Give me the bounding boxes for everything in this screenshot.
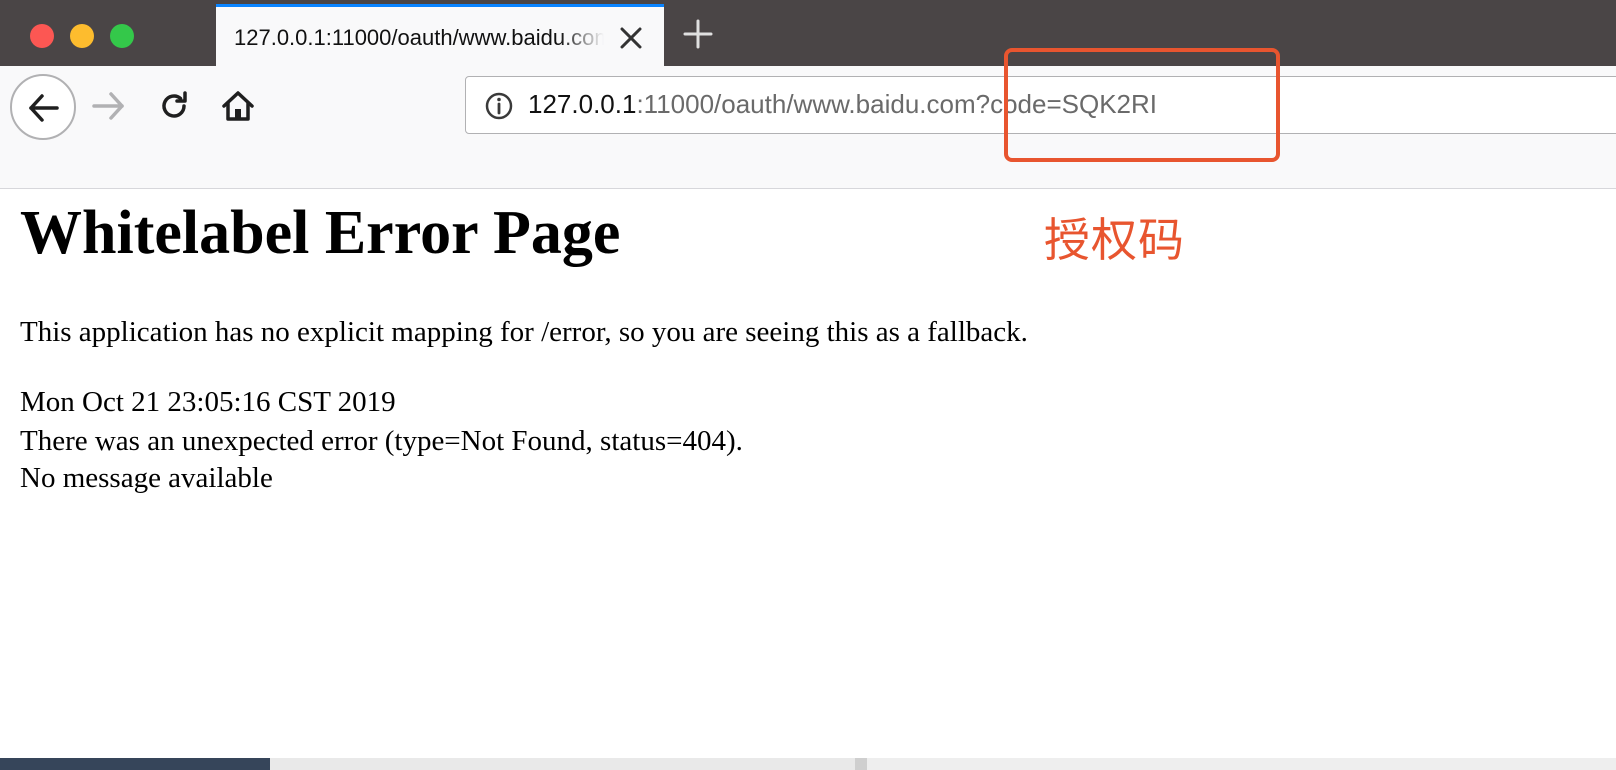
info-icon[interactable] xyxy=(484,91,514,121)
navigation-toolbar: 127.0.0.1:11000/oauth/www.baidu.com?code… xyxy=(0,66,1616,189)
minimize-window-button[interactable] xyxy=(70,24,94,48)
error-message: No message available xyxy=(20,462,273,494)
forward-arrow-icon[interactable] xyxy=(90,88,126,124)
tab-bar: 127.0.0.1:11000/oauth/www.baidu.com?code… xyxy=(0,0,1616,66)
home-icon[interactable] xyxy=(220,88,256,124)
close-icon[interactable] xyxy=(616,23,646,53)
annotation-label: 授权码 xyxy=(1044,213,1185,267)
plus-icon[interactable] xyxy=(682,18,714,50)
error-status: There was an unexpected error (type=Not … xyxy=(20,425,743,457)
active-tab[interactable]: 127.0.0.1:11000/oauth/www.baidu.com?code… xyxy=(216,4,664,66)
fallback-description: This application has no explicit mapping… xyxy=(20,316,1028,348)
zoom-window-button[interactable] xyxy=(110,24,134,48)
reload-icon[interactable] xyxy=(156,88,192,124)
browser-window: 127.0.0.1:11000/oauth/www.baidu.com?code… xyxy=(0,0,1616,758)
close-window-button[interactable] xyxy=(30,24,54,48)
back-button[interactable] xyxy=(10,74,76,140)
highlight-box xyxy=(1004,48,1280,162)
tab-title: 127.0.0.1:11000/oauth/www.baidu.com?code… xyxy=(234,25,604,50)
url-host: 127.0.0.1 xyxy=(528,89,637,119)
error-timestamp: Mon Oct 21 23:05:16 CST 2019 xyxy=(20,386,396,418)
back-arrow-icon xyxy=(29,94,59,122)
page-title: Whitelabel Error Page xyxy=(20,199,621,267)
